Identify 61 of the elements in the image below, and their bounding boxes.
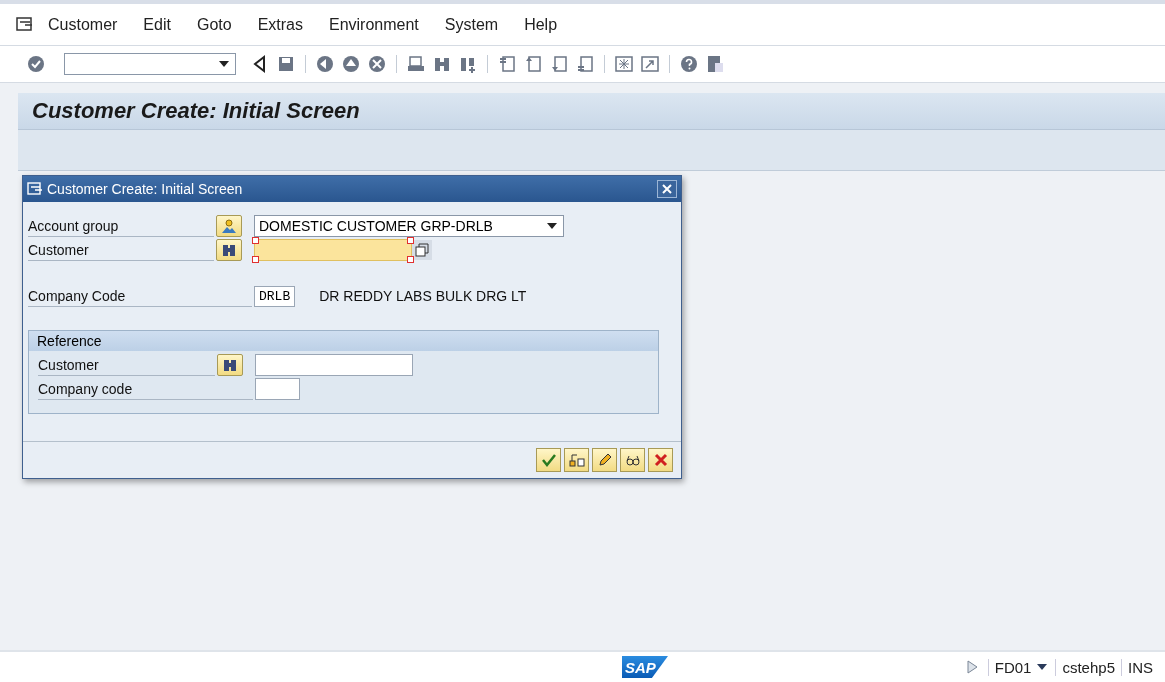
group-title: Reference <box>29 331 658 351</box>
previous-page-icon[interactable] <box>523 54 543 74</box>
next-page-icon[interactable] <box>549 54 569 74</box>
reference-company-code-input[interactable] <box>255 378 300 400</box>
dialog-title: Customer Create: Initial Screen <box>47 181 244 197</box>
command-field[interactable] <box>64 53 236 75</box>
company-code-field[interactable]: DRLB <box>254 285 296 307</box>
sap-logo: SAP <box>622 656 668 678</box>
organization-button[interactable] <box>564 448 589 472</box>
expand-icon[interactable] <box>965 660 978 674</box>
menu-item[interactable]: System <box>444 15 499 34</box>
account-group-dropdown[interactable]: DOMESTIC CUSTOMER GRP-DRLB <box>254 215 564 237</box>
cancel-button[interactable] <box>648 448 673 472</box>
hierarchy-icon <box>568 452 585 468</box>
shortcut-icon[interactable] <box>640 54 660 74</box>
window-icon <box>27 182 43 196</box>
close-icon <box>661 183 673 195</box>
pencil-icon <box>596 452 613 468</box>
menu-item[interactable]: Goto <box>196 15 232 34</box>
search-button[interactable] <box>217 354 243 376</box>
last-page-icon[interactable] <box>575 54 595 74</box>
copy-icon[interactable] <box>412 240 432 260</box>
close-icon <box>652 452 669 468</box>
transaction-code[interactable]: FD01 <box>987 658 1038 676</box>
menu-item[interactable]: Customer <box>48 15 118 34</box>
first-page-icon[interactable] <box>497 54 517 74</box>
close-button[interactable] <box>657 180 677 198</box>
menu-item[interactable]: Environment <box>328 15 419 34</box>
layout-icon[interactable] <box>705 54 725 74</box>
edit-button[interactable] <box>592 448 617 472</box>
enter-icon[interactable] <box>26 54 46 74</box>
field-label: Customer <box>38 354 215 376</box>
create-button[interactable] <box>216 215 242 237</box>
check-icon <box>540 452 557 468</box>
menu-item[interactable]: Help <box>524 15 558 34</box>
search-button[interactable] <box>216 239 242 261</box>
menu-icon[interactable] <box>16 16 34 33</box>
help-icon[interactable] <box>679 54 699 74</box>
field-label: Account group <box>28 215 214 237</box>
binoculars-icon <box>222 357 238 373</box>
input-mode: INS <box>1121 658 1159 676</box>
server-name: cstehp5 <box>1055 658 1121 676</box>
continue-button[interactable] <box>536 448 561 472</box>
field-label: Customer <box>28 239 214 261</box>
screen-title: Customer Create: Initial Screen <box>32 98 360 124</box>
field-label: Company Code <box>28 285 252 307</box>
cancel-icon[interactable] <box>367 54 387 74</box>
dropdown-arrow-icon <box>547 223 557 229</box>
display-button[interactable] <box>620 448 645 472</box>
dropdown-arrow-icon[interactable] <box>1037 664 1048 670</box>
menu-item[interactable]: Extras <box>257 15 303 34</box>
customer-input[interactable] <box>254 239 412 261</box>
print-icon[interactable] <box>406 54 426 74</box>
save-icon[interactable] <box>276 54 296 74</box>
company-name: DR REDDY LABS BULK DRG LT <box>319 288 527 304</box>
reference-customer-input[interactable] <box>255 354 413 376</box>
field-label: Company code <box>38 378 253 400</box>
dropdown-arrow-icon <box>219 61 229 67</box>
binoculars-icon <box>221 242 237 258</box>
new-session-icon[interactable] <box>614 54 634 74</box>
menu-item[interactable]: Edit <box>143 15 171 34</box>
